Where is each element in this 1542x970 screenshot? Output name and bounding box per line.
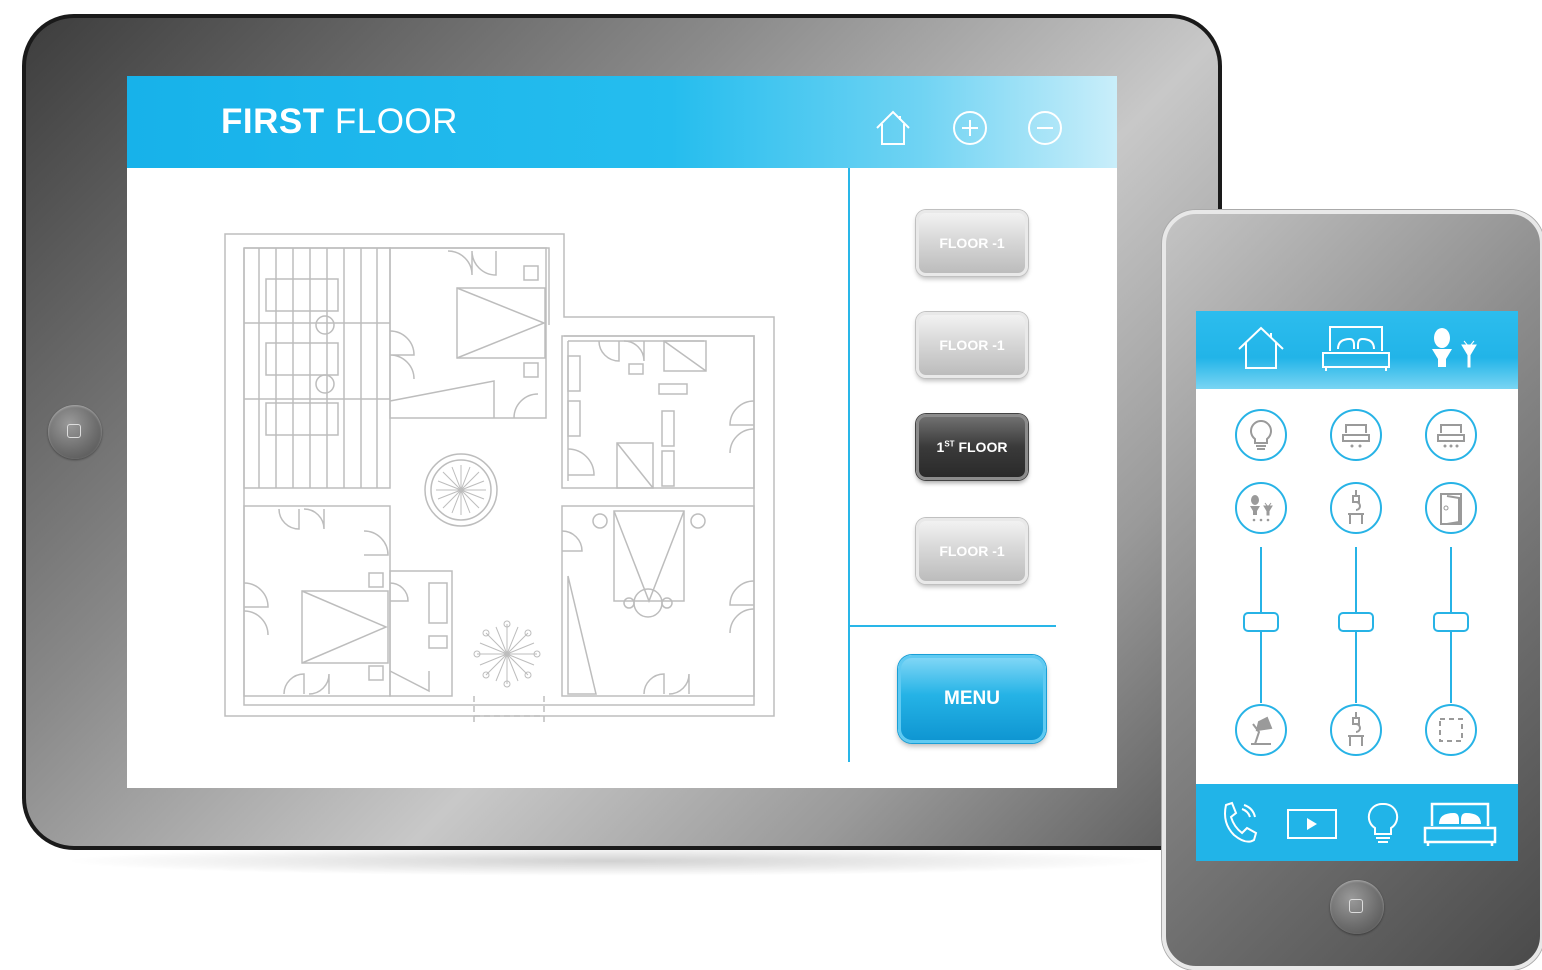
ceiling-light-icon — [1437, 424, 1465, 448]
person-plant-icon — [1250, 495, 1273, 522]
floor-button-label: FLOOR -1 — [939, 235, 1005, 251]
pendant-lamp-button[interactable] — [1330, 482, 1382, 534]
window-icon — [1439, 718, 1463, 742]
slider-knob-3[interactable] — [1433, 612, 1469, 632]
person-plant-icon[interactable] — [1424, 325, 1484, 371]
ceiling-light-button-2[interactable] — [1425, 409, 1477, 461]
phone-home-button[interactable] — [1330, 880, 1384, 934]
pendant-lamp-icon — [1348, 712, 1364, 746]
floor-button-label: FLOOR -1 — [939, 543, 1005, 559]
bed-icon[interactable] — [1422, 800, 1498, 848]
light-bulb-button[interactable] — [1235, 409, 1287, 461]
pendant-lamp-button-2[interactable] — [1330, 704, 1382, 756]
floor-button-label: 1ST FLOOR — [936, 439, 1008, 455]
menu-button-label: MENU — [944, 688, 1000, 709]
tablet-shadow — [60, 846, 1160, 876]
person-plant-button[interactable] — [1235, 482, 1287, 534]
home-icon[interactable] — [873, 108, 913, 148]
floor-button-label: FLOOR -1 — [939, 337, 1005, 353]
door-light-button[interactable] — [1425, 482, 1477, 534]
panel-divider-vertical — [848, 168, 850, 762]
play-icon[interactable] — [1286, 808, 1338, 840]
floor-button-2[interactable]: FLOOR -1 — [916, 312, 1028, 378]
floor-plan[interactable] — [224, 231, 784, 736]
floor-button-1[interactable]: FLOOR -1 — [916, 210, 1028, 276]
slider-knob-2[interactable] — [1338, 612, 1374, 632]
phone-bottom-bar — [1196, 784, 1518, 861]
slider-knob-1[interactable] — [1243, 612, 1279, 632]
window-button[interactable] — [1425, 704, 1477, 756]
floor-button-first-floor[interactable]: 1ST FLOOR — [916, 414, 1028, 480]
tablet-home-button[interactable] — [48, 405, 102, 459]
panel-divider-horizontal — [850, 625, 1056, 627]
tablet-screen: FIRST FLOOR FLOOR -1 FLOOR -1 1ST FLOOR … — [127, 76, 1117, 788]
screen-header: FIRST FLOOR — [127, 76, 1117, 168]
menu-button[interactable]: MENU — [898, 655, 1046, 743]
bulb-icon — [1250, 419, 1272, 450]
bed-icon[interactable] — [1320, 323, 1392, 373]
desk-lamp-icon — [1251, 716, 1273, 745]
desk-lamp-button[interactable] — [1235, 704, 1287, 756]
ceiling-light-icon — [1342, 424, 1370, 448]
title-bold: FIRST — [221, 102, 325, 141]
floor-button-4[interactable]: FLOOR -1 — [916, 518, 1028, 584]
page-title: FIRST FLOOR — [221, 102, 458, 142]
ceiling-light-button[interactable] — [1330, 409, 1382, 461]
title-light: FLOOR — [334, 102, 458, 141]
door-light-icon — [1440, 493, 1462, 525]
home-icon[interactable] — [1236, 325, 1286, 371]
zoom-out-icon[interactable] — [1025, 108, 1065, 148]
zoom-in-icon[interactable] — [950, 108, 990, 148]
phone-screen — [1196, 311, 1518, 861]
phone-top-bar — [1196, 311, 1518, 389]
bulb-icon[interactable] — [1364, 800, 1402, 848]
pendant-lamp-icon — [1348, 490, 1364, 524]
phone-call-icon[interactable] — [1216, 799, 1262, 847]
